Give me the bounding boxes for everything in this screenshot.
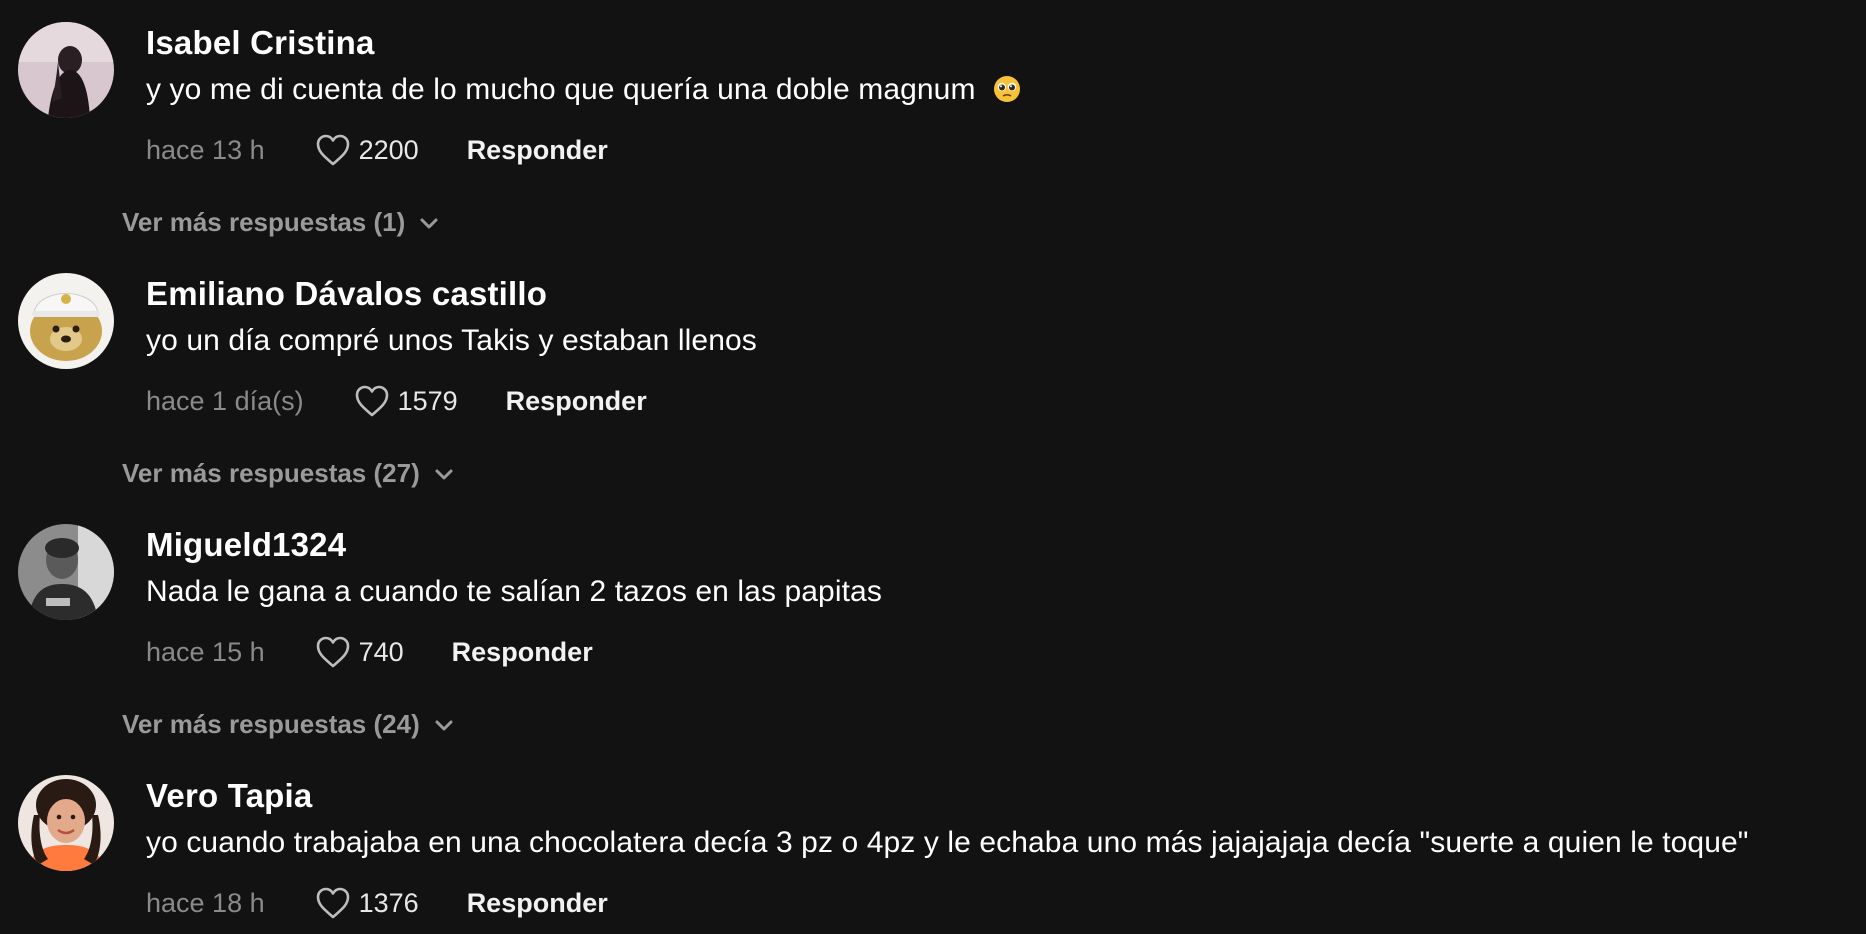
reply-button[interactable]: Responder xyxy=(506,386,647,417)
comment-time: hace 18 h xyxy=(146,887,265,918)
like-button[interactable]: 1376 xyxy=(315,886,419,920)
comment-item: Isabel Cristina y yo me di cuenta de lo … xyxy=(0,0,1866,237)
comment-item: Vero Tapia yo cuando trabajaba en una ch… xyxy=(0,753,1866,934)
avatar-image xyxy=(18,775,114,871)
avatar-image xyxy=(18,273,114,369)
view-more-replies-label: Ver más respuestas (24) xyxy=(122,709,420,739)
avatar[interactable] xyxy=(18,524,114,620)
comment-meta: hace 13 h 2200 Responder xyxy=(146,130,608,170)
heart-icon xyxy=(316,887,349,919)
comment-meta: hace 18 h 1376 Responder xyxy=(146,883,608,923)
view-more-replies-button[interactable]: Ver más respuestas (24) xyxy=(122,709,456,740)
like-count: 1376 xyxy=(358,887,419,918)
chevron-down-icon xyxy=(435,469,453,479)
chevron-down-icon xyxy=(435,720,453,730)
comment-item: Migueld1324 Nada le gana a cuando te sal… xyxy=(0,502,1866,739)
comment-text-content: y yo me di cuenta de lo mucho que quería… xyxy=(146,73,976,106)
avatar-image xyxy=(18,524,114,620)
comment-time: hace 1 día(s) xyxy=(146,385,304,416)
comment-username[interactable]: Vero Tapia xyxy=(146,777,312,815)
chevron-down-icon xyxy=(420,218,438,228)
like-count: 1579 xyxy=(397,385,458,416)
comment-text: Nada le gana a cuando te salían 2 tazos … xyxy=(146,575,882,608)
comment-time: hace 13 h xyxy=(146,134,265,165)
heart-icon xyxy=(316,636,349,668)
comment-time: hace 15 h xyxy=(146,636,265,667)
view-more-replies-label: Ver más respuestas (1) xyxy=(122,207,406,237)
comment-text: yo cuando trabajaba en una chocolatera d… xyxy=(146,826,1749,859)
like-button[interactable]: 740 xyxy=(315,635,404,669)
heart-icon xyxy=(355,385,388,417)
like-count: 2200 xyxy=(358,134,419,165)
view-more-replies-button[interactable]: Ver más respuestas (27) xyxy=(122,458,456,489)
heart-icon xyxy=(316,134,349,166)
comment-item: Emiliano Dávalos castillo yo un día comp… xyxy=(0,251,1866,488)
reply-button[interactable]: Responder xyxy=(467,135,608,166)
comment-username[interactable]: Emiliano Dávalos castillo xyxy=(146,275,547,313)
comment-meta: hace 1 día(s) 1579 Responder xyxy=(146,381,647,421)
comment-username[interactable]: Isabel Cristina xyxy=(146,24,375,62)
avatar[interactable] xyxy=(18,775,114,871)
avatar[interactable] xyxy=(18,273,114,369)
pleading-face-emoji-icon xyxy=(994,76,1020,102)
comment-text: yo un día compré unos Takis y estaban ll… xyxy=(146,324,757,357)
like-button[interactable]: 2200 xyxy=(315,133,419,167)
like-button[interactable]: 1579 xyxy=(354,384,458,418)
comment-text: y yo me di cuenta de lo mucho que quería… xyxy=(146,73,1022,107)
comment-list: Isabel Cristina y yo me di cuenta de lo … xyxy=(0,0,1866,934)
avatar[interactable] xyxy=(18,22,114,118)
comment-meta: hace 15 h 740 Responder xyxy=(146,632,593,672)
reply-button[interactable]: Responder xyxy=(467,888,608,919)
comment-username[interactable]: Migueld1324 xyxy=(146,526,346,564)
reply-button[interactable]: Responder xyxy=(452,637,593,668)
avatar-image xyxy=(18,22,114,118)
like-count: 740 xyxy=(358,636,404,667)
view-more-replies-label: Ver más respuestas (27) xyxy=(122,458,420,488)
view-more-replies-button[interactable]: Ver más respuestas (1) xyxy=(122,207,441,238)
